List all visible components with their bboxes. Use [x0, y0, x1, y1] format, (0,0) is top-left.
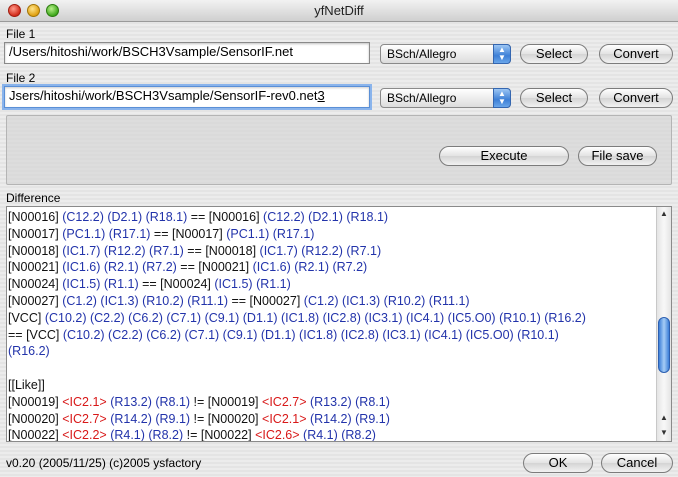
difference-segment: != [N00022]: [183, 428, 256, 442]
difference-segment: <IC2.7>: [262, 394, 307, 409]
difference-segment: (C10.2) (C2.2) (C6.2) (C7.1) (C9.1) (D1.…: [62, 327, 559, 342]
difference-segment: (IC1.5) (R1.1): [62, 277, 139, 292]
file2-path-field[interactable]: Jsers/hitoshi/work/BSCH3Vsample/SensorIF…: [4, 86, 370, 108]
difference-segment: [N00016]: [8, 210, 63, 224]
app-window: yfNetDiff File 1 /Users/hitoshi/work/BSC…: [0, 0, 678, 477]
difference-line: [N00020] <IC2.7> (R14.2) (R9.1) != [N000…: [7, 411, 655, 428]
difference-segment: (R14.2) (R9.1): [309, 411, 390, 426]
scroll-up-icon[interactable]: ▲: [657, 207, 671, 221]
difference-segment: [N00027]: [8, 293, 63, 308]
file2-select-button[interactable]: Select: [520, 88, 588, 108]
difference-segment: <IC2.1>: [262, 411, 307, 426]
window-title: yfNetDiff: [314, 3, 364, 18]
difference-line: [N00016] (C12.2) (D2.1) (R18.1) == [N000…: [7, 209, 655, 226]
difference-segment: (IC1.7) (R12.2) (R7.1): [259, 243, 382, 258]
difference-segment: (PC1.1) (R17.1): [62, 226, 151, 241]
file2-cursor-char: 3: [317, 88, 325, 103]
difference-segment: != [N00020]: [190, 411, 263, 426]
file-save-button[interactable]: File save: [578, 146, 657, 166]
difference-line: [7, 360, 655, 377]
difference-segment: == [N00027]: [228, 293, 304, 308]
scrollbar-thumb[interactable]: [658, 317, 670, 373]
file1-path-field[interactable]: /Users/hitoshi/work/BSCH3Vsample/SensorI…: [4, 42, 370, 64]
difference-segment: == [N00017]: [150, 226, 227, 241]
file2-label: File 2: [6, 71, 36, 85]
difference-scrollbar[interactable]: ▲ ▲ ▼: [656, 207, 671, 441]
execute-button[interactable]: Execute: [439, 146, 569, 166]
difference-segment: (C12.2) (D2.1) (R18.1): [62, 210, 188, 224]
cancel-button[interactable]: Cancel: [601, 453, 673, 473]
difference-segment: [N00018]: [8, 243, 63, 258]
difference-segment: <IC2.6>: [255, 428, 300, 442]
scroll-up-icon[interactable]: ▲: [657, 411, 671, 425]
action-panel: Execute File save: [6, 115, 672, 185]
difference-segment: (PC1.1) (R17.1): [226, 226, 315, 241]
scroll-down-icon[interactable]: ▼: [657, 426, 671, 440]
file1-select-button[interactable]: Select: [520, 44, 588, 64]
difference-text-area[interactable]: [N00016] (C12.2) (D2.1) (R18.1) == [N000…: [6, 206, 672, 442]
chevron-updown-icon: ▲ ▼: [493, 88, 511, 108]
difference-segment: [N00021]: [8, 260, 63, 275]
difference-line: [[Like]]: [7, 377, 655, 394]
difference-segment: (C1.2) (IC1.3) (R10.2) (R11.1): [62, 293, 229, 308]
difference-segment: (R14.2) (R9.1): [110, 411, 191, 426]
file1-format-select[interactable]: BSch/Allegro ▲ ▼: [380, 44, 511, 64]
file2-path-text: Jsers/hitoshi/work/BSCH3Vsample/SensorIF…: [9, 88, 318, 103]
difference-segment: <IC2.1>: [62, 394, 107, 409]
difference-line: == [VCC] (C10.2) (C2.2) (C6.2) (C7.1) (C…: [7, 327, 655, 344]
difference-content: [N00016] (C12.2) (D2.1) (R18.1) == [N000…: [7, 209, 655, 442]
title-bar[interactable]: yfNetDiff: [0, 0, 678, 22]
difference-segment: == [N00021]: [176, 260, 253, 275]
difference-segment: == [VCC]: [8, 327, 63, 342]
difference-segment: != [N00019]: [190, 394, 263, 409]
difference-line: [N00021] (IC1.6) (R2.1) (R7.2) == [N0002…: [7, 259, 655, 276]
ok-button[interactable]: OK: [523, 453, 593, 473]
file1-label: File 1: [6, 27, 36, 41]
difference-segment: (R13.2) (R8.1): [309, 394, 390, 409]
difference-segment: == [N00018]: [183, 243, 260, 258]
difference-label: Difference: [6, 191, 61, 205]
file2-format-select[interactable]: BSch/Allegro ▲ ▼: [380, 88, 511, 108]
difference-segment: == [N00016]: [187, 210, 264, 224]
difference-segment: [N00017]: [8, 226, 63, 241]
difference-line: [N00027] (C1.2) (IC1.3) (R10.2) (R11.1) …: [7, 293, 655, 310]
difference-segment: [N00020]: [8, 411, 63, 426]
difference-segment: [[Like]]: [8, 377, 45, 392]
chevron-updown-icon: ▲ ▼: [493, 44, 511, 64]
difference-segment: (IC1.7) (R12.2) (R7.1): [62, 243, 184, 258]
difference-segment: (IC1.6) (R2.1) (R7.2): [62, 260, 177, 275]
difference-segment: (C1.2) (IC1.3) (R10.2) (R11.1): [303, 293, 470, 308]
difference-segment: [N00019]: [8, 394, 63, 409]
difference-line: [N00018] (IC1.7) (R12.2) (R7.1) == [N000…: [7, 243, 655, 260]
difference-line: [VCC] (C10.2) (C2.2) (C6.2) (C7.1) (C9.1…: [7, 310, 655, 327]
difference-segment: (IC1.5) (R1.1): [214, 277, 291, 292]
difference-line: [N00017] (PC1.1) (R17.1) == [N00017] (PC…: [7, 226, 655, 243]
file2-format-value: BSch/Allegro: [387, 91, 457, 105]
difference-segment: (R16.2): [8, 344, 50, 359]
difference-segment: [N00024]: [8, 277, 63, 292]
difference-segment: (C12.2) (D2.1) (R18.1): [263, 210, 389, 224]
version-text: v0.20 (2005/11/25) (c)2005 ysfactory: [6, 456, 202, 470]
difference-segment: [VCC]: [8, 310, 45, 325]
file2-convert-button[interactable]: Convert: [599, 88, 673, 108]
difference-segment: <IC2.7>: [62, 411, 107, 426]
difference-line: [N00019] <IC2.1> (R13.2) (R8.1) != [N000…: [7, 394, 655, 411]
difference-line: (R16.2): [7, 343, 655, 360]
difference-line: [N00024] (IC1.5) (R1.1) == [N00024] (IC1…: [7, 276, 655, 293]
file1-convert-button[interactable]: Convert: [599, 44, 673, 64]
difference-segment: (IC1.6) (R2.1) (R7.2): [252, 260, 368, 275]
difference-segment: (C10.2) (C2.2) (C6.2) (C7.1) (C9.1) (D1.…: [44, 310, 586, 325]
difference-segment: (R4.1) (R8.2): [110, 428, 184, 442]
file1-format-value: BSch/Allegro: [387, 47, 457, 61]
difference-segment: <IC2.2>: [62, 428, 107, 442]
difference-segment: [N00022]: [8, 428, 63, 442]
difference-segment: (R4.1) (R8.2): [303, 428, 376, 442]
difference-segment: (R13.2) (R8.1): [110, 394, 191, 409]
difference-segment: == [N00024]: [138, 277, 215, 292]
difference-line: [N00022] <IC2.2> (R4.1) (R8.2) != [N0002…: [7, 427, 655, 442]
